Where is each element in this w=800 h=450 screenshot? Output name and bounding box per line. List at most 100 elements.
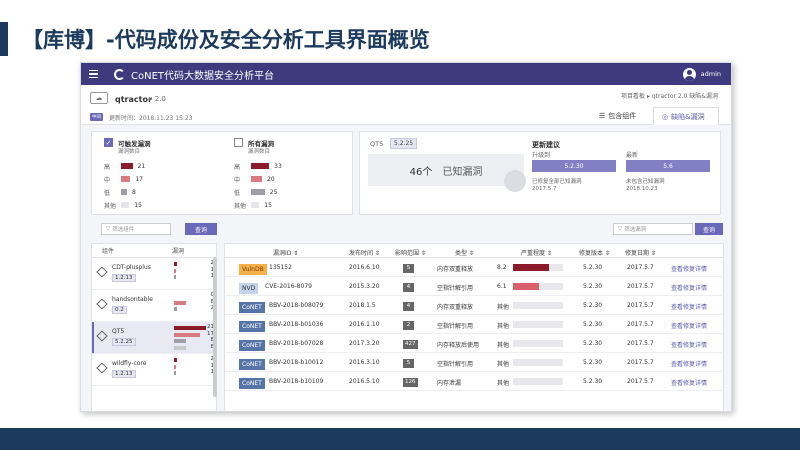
mini-bar-row: 1 [174,273,214,281]
vulnerability-table: 漏洞ID ⇕ 发布时间 ⇕ 影响范围 ⇕ 类型 ⇕ 严重程度 ⇕ 修复版本 ⇕ … [224,243,724,411]
severity-row[interactable]: 高 33 [234,162,282,171]
vuln-id[interactable]: BBV-2018-b08079 [269,302,323,309]
component-row[interactable]: handsontable 0.2 082 [92,290,216,322]
fix-details-link[interactable]: 查看修复详情 [671,378,707,387]
known-vulns-box: 46个 已知漏洞 [368,154,526,192]
latest-version-button[interactable]: 5.6 [626,160,710,172]
source-badge: CoNET [239,321,265,332]
col-fixdate[interactable]: 修复日期 ⇕ [625,248,656,257]
source-badge: CoNET [239,302,265,313]
reachable-checkbox[interactable]: ✓ [104,138,113,147]
severity-score: 其他 [497,304,510,311]
component-search-input[interactable]: ▽ 筛选组件 [101,223,171,235]
fix-details-link[interactable]: 查看修复详情 [671,340,707,349]
mini-bar [174,371,176,375]
component-name: QT5 [112,328,125,335]
severity-score: 6.1 [497,283,507,290]
fix-details-link[interactable]: 查看修复详情 [671,283,707,292]
tab-dependencies-label: 包含组件 [608,112,637,120]
component-row[interactable]: QT5 5.2.25 211788 [92,322,216,354]
component-row[interactable]: CDT-plusplus 1.2.13 211 [92,258,216,290]
table-row: CoNET BBV-2018-b10109 2016.5.10 126 内存泄漏 其他 5.… [225,372,723,391]
vuln-search-input[interactable]: ▽ 筛选漏洞 [613,223,693,235]
col-severity[interactable]: 严重程度 ⇕ [521,248,552,257]
component-row[interactable]: wildfly-core 1.2.13 211 [92,354,216,386]
tab-vulnerabilities-label: 缺陷&漏洞 [671,112,705,121]
slide-title: 【库博】-代码成份及安全分析工具界面概览 [22,28,430,52]
source-badge: VulnDB [239,264,267,275]
col-fixver[interactable]: 修复版本 ⇕ [579,248,610,257]
col-id[interactable]: 漏洞ID ⇕ [273,248,298,257]
app-title: CoNET代码大数据安全分析平台 [131,70,275,82]
summary-component: QT5 [370,140,384,148]
severity-bar [513,264,563,271]
close-circle-icon [504,170,526,192]
fix-date: 2017.5.7 [627,359,654,366]
menu-icon[interactable] [89,69,98,79]
tab-vulnerabilities[interactable]: ◎ 缺陷&漏洞 [653,107,719,125]
project-header: ☁ qtractor ▸ 2.0 中间 更新时间：2018.11.23 15:2… [81,85,731,125]
component-version: 5.2.25 [112,338,136,346]
upgrade-note-1: 已修复全部已知漏洞 [532,179,582,185]
upgrade-version-button[interactable]: 5.2.30 [532,160,616,172]
vuln-search-button[interactable]: 查询 [695,223,723,235]
mini-bar [174,358,177,362]
mini-bar [174,345,186,350]
severity-row[interactable]: 中 20 [234,175,275,184]
conet-logo-icon [114,68,125,80]
fix-date: 2017.5.7 [627,340,654,347]
severity-score: 其他 [497,361,510,368]
component-list-scrollbar[interactable] [213,257,217,397]
component-list: 组件 漏洞 CDT-plusplus1.2.13211handsontable0… [91,243,217,411]
fix-details-link[interactable]: 查看修复详情 [671,264,707,273]
vuln-type: 内存双重释放 [437,266,474,273]
severity-row[interactable]: 其他 15 [234,201,272,210]
table-row: CoNET BBV-2018-b10012 2016.3.10 5 空指针解引用 其他 5.… [225,353,723,372]
vuln-id[interactable]: BBV-2018-b07028 [269,340,323,347]
severity-label: 低 [234,189,241,197]
severity-row[interactable]: 低8 [104,188,136,197]
all-checkbox[interactable] [234,138,243,147]
component-search-button[interactable]: 查询 [185,223,217,235]
breadcrumb[interactable]: 项目看板 ▸ qtractor 2.0 缺陷&漏洞 [621,91,718,100]
severity-row[interactable]: 低 25 [234,188,277,197]
component-vuln-bars: 211 [174,356,214,377]
component-name: CDT-plusplus [112,264,151,271]
severity-bar [251,189,265,195]
vuln-id[interactable]: BBV-2018-b10109 [269,378,323,385]
severity-filter-card: ✓ 可触发漏洞 漏洞数目 高 21 中 17 低 8 其他 15 所有漏洞 漏洞数目 高 33 中… [91,131,353,215]
severity-row[interactable]: 其他 15 [104,201,142,210]
mini-bar [174,339,186,343]
severity-count: 21 [137,162,146,170]
source-badge: CoNET [239,378,265,389]
severity-score: 其他 [497,380,510,387]
fix-details-link[interactable]: 查看修复详情 [671,302,707,311]
fix-version: 5.2.30 [583,340,603,347]
table-header: 漏洞ID ⇕ 发布时间 ⇕ 影响范围 ⇕ 类型 ⇕ 严重程度 ⇕ 修复版本 ⇕ … [225,244,723,258]
tab-dependencies[interactable]: ☰ 包含组件 [591,107,644,125]
severity-count: 15 [134,201,142,209]
severity-row[interactable]: 高 21 [104,162,146,171]
col-impact[interactable]: 影响范围 ⇕ [395,248,426,257]
vuln-id[interactable]: BBV-2018-b10012 [269,359,323,366]
table-row: CoNET BBV-2018-b07028 2017.3.20 427 内存释放后使用 其… [225,334,723,353]
vuln-id[interactable]: 135152 [269,264,292,271]
user-menu[interactable]: admin [682,67,721,81]
component-search-placeholder: 筛选组件 [112,227,135,233]
target-icon: ◎ [662,112,669,121]
mini-bar [174,275,176,279]
severity-row[interactable]: 中 17 [104,175,143,184]
vuln-id[interactable]: BBV-2018-b01036 [269,321,323,328]
publish-date: 2016.3.10 [349,359,380,366]
fix-details-link[interactable]: 查看修复详情 [671,359,707,368]
summary-version: 5.2.25 [390,138,418,149]
vuln-id[interactable]: CVE-2016-8079 [265,283,312,290]
col-date[interactable]: 发布时间 ⇕ [349,248,380,257]
col-type[interactable]: 类型 ⇕ [455,248,474,257]
fix-details-link[interactable]: 查看修复详情 [671,321,707,330]
severity-bar [251,163,270,169]
project-name: qtractor [115,95,152,104]
vuln-search-placeholder: 筛选漏洞 [624,227,647,233]
severity-bar [513,359,563,366]
mini-bar-row: 8 [174,344,214,352]
